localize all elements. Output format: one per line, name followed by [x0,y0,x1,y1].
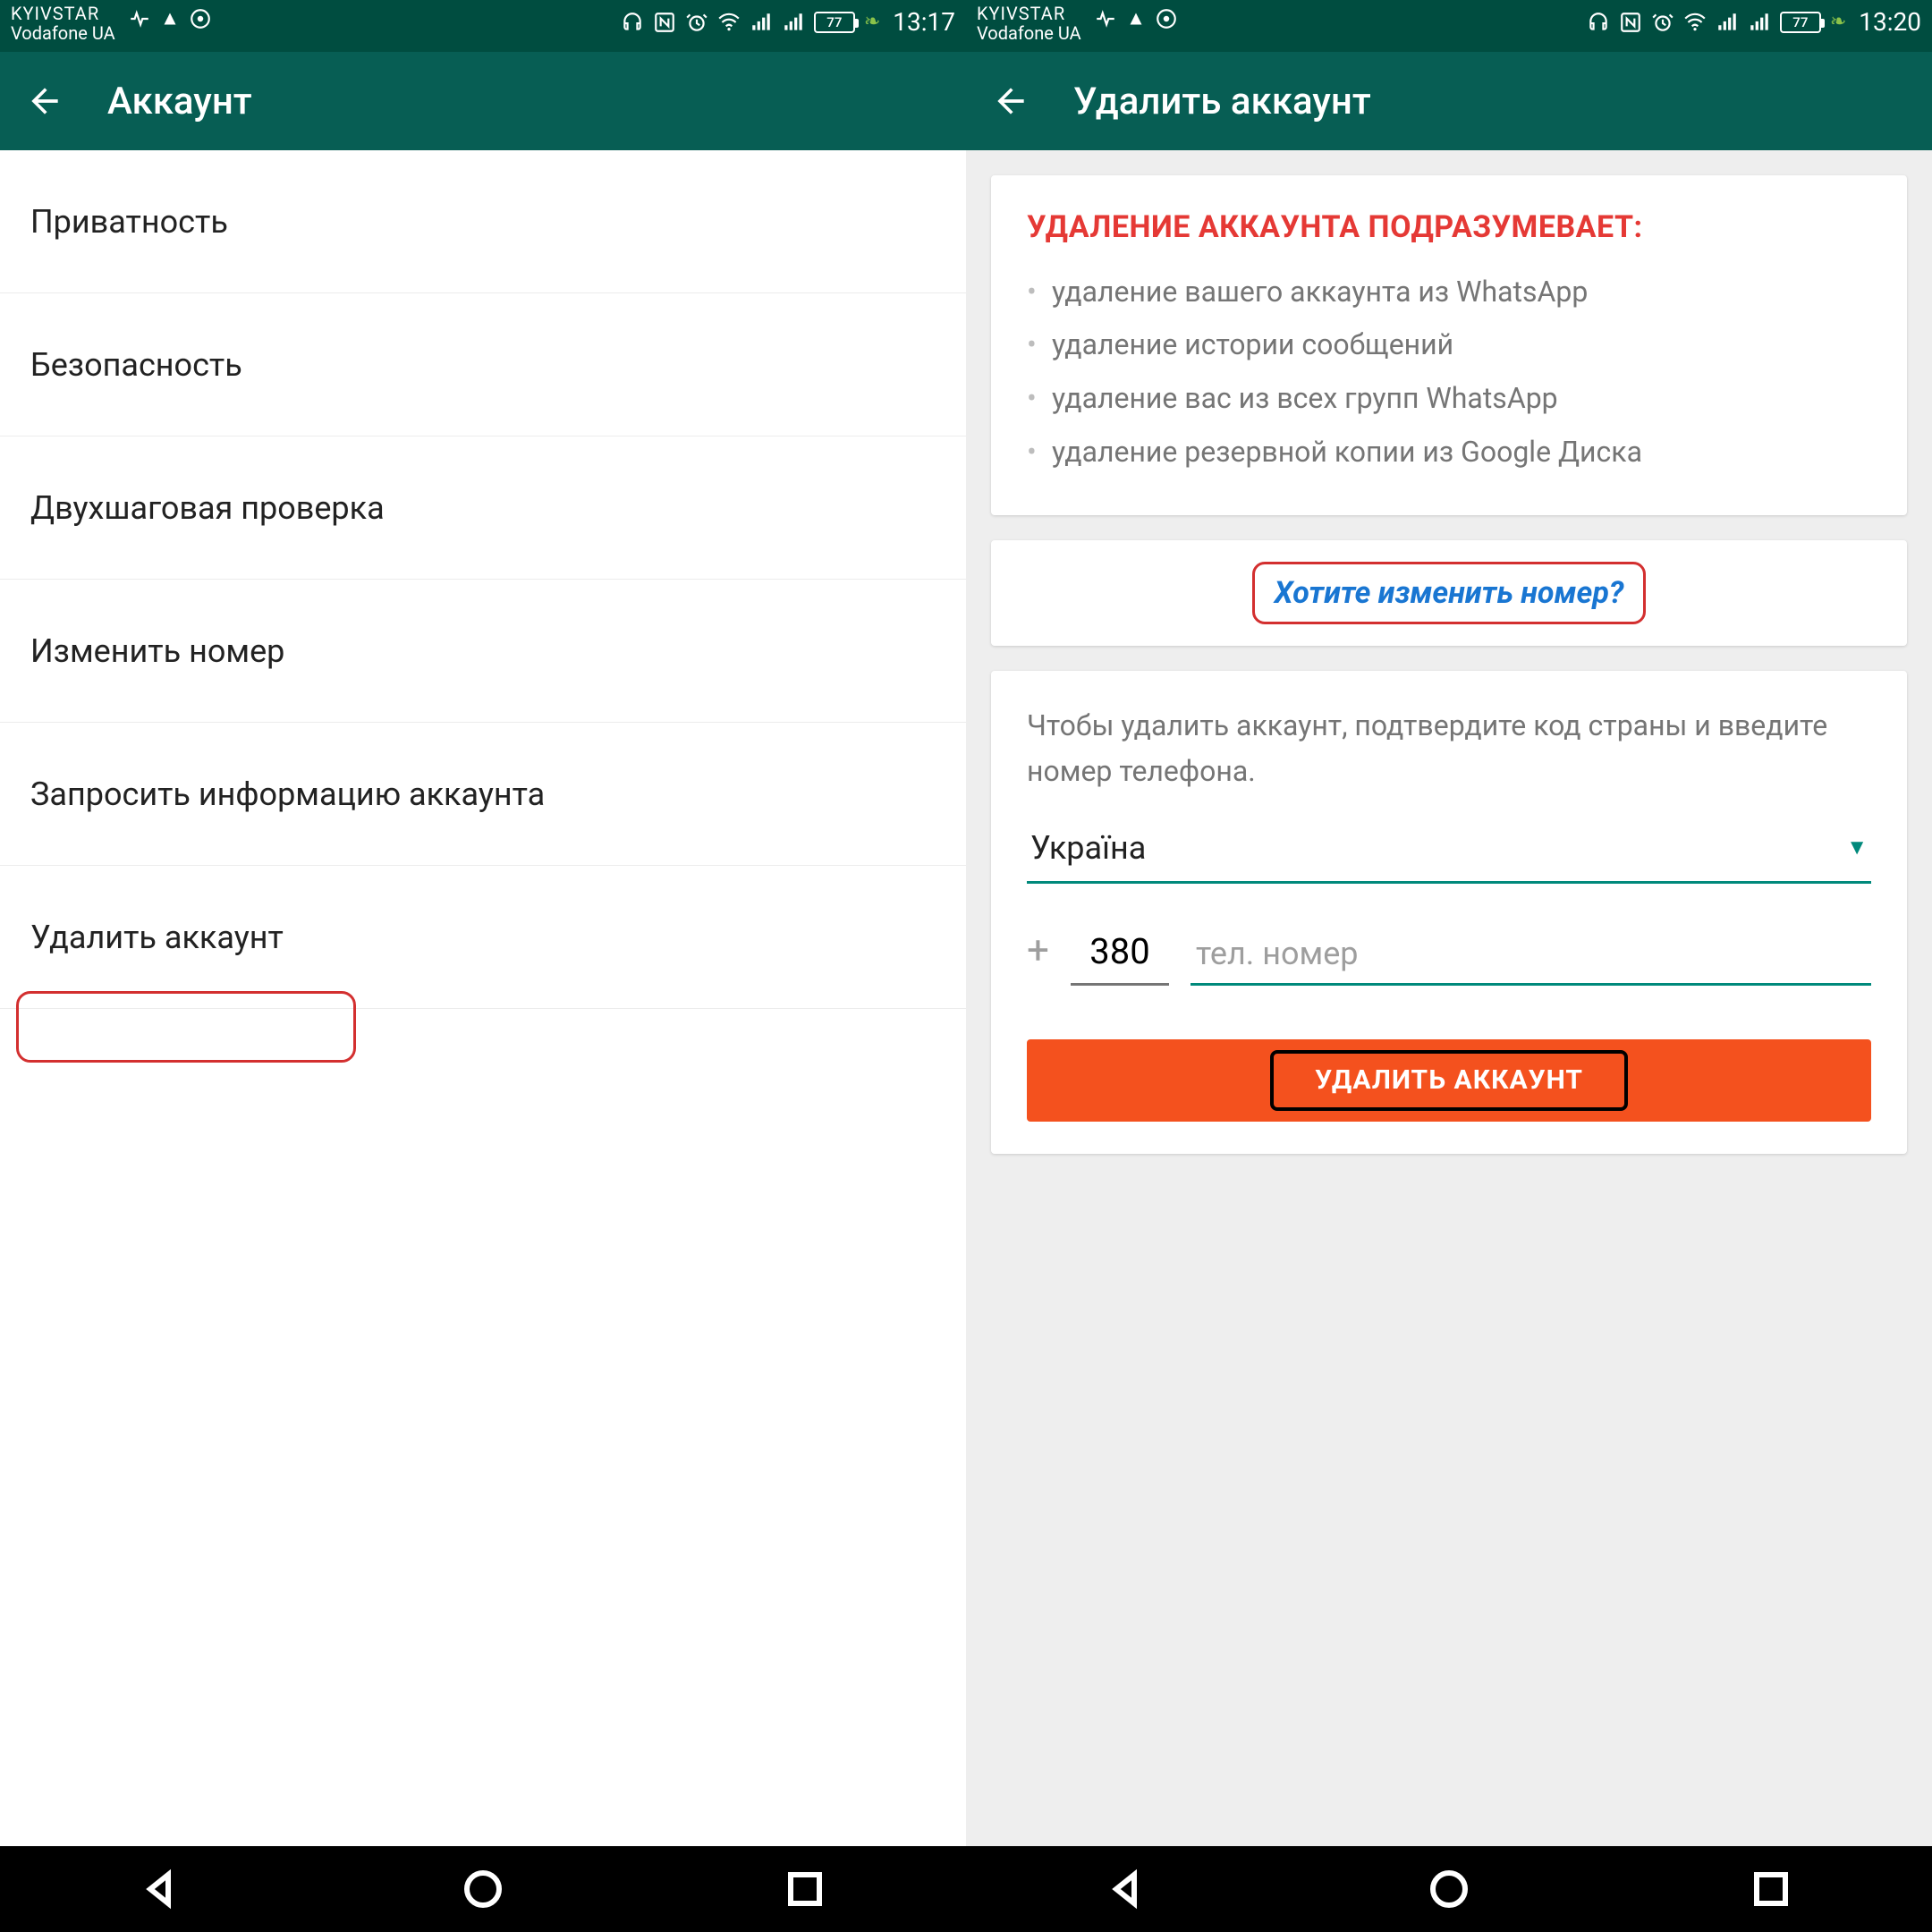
wifi-icon [717,11,741,34]
signal2-icon [1748,11,1771,34]
menu-delete-account[interactable]: Удалить аккаунт [0,866,966,1009]
eco-icon: ❧ [864,11,880,33]
back-button[interactable] [25,81,64,121]
headset-icon [1587,11,1610,34]
warning-item: удаление вас из всех групп WhatsApp [1027,377,1871,421]
nav-recent-button[interactable] [1744,1862,1798,1916]
battery-indicator: 77 [814,12,855,33]
back-button[interactable] [991,81,1030,121]
eco-icon: ❧ [1830,11,1846,33]
plus-prefix: + [1027,927,1049,986]
chevron-down-icon: ▼ [1846,835,1868,860]
app-bar: Удалить аккаунт [966,52,1932,150]
nfc-icon [653,11,676,34]
screen-account-settings: KYIVSTAR Vodafone UA 77 ❧ 13:17 [0,0,966,1846]
warning-item: удаление истории сообщений [1027,323,1871,368]
delete-account-button[interactable]: УДАЛИТЬ АККАУНТ [1027,1039,1871,1122]
carrier-secondary: Vodafone UA [977,23,1081,43]
nav-home-button[interactable] [456,1862,510,1916]
clock: 13:17 [893,7,955,37]
form-instruction: Чтобы удалить аккаунт, подтвердите код с… [1027,703,1871,794]
highlight-change-number: Хотите изменить номер? [1252,562,1647,624]
alarm-icon [685,11,708,34]
system-nav-bar [0,1846,1932,1932]
menu-request-info[interactable]: Запросить информацию аккаунта [0,723,966,866]
nav-recent-button[interactable] [778,1862,832,1916]
alarm-icon [1651,11,1674,34]
activity-icon [1094,7,1117,30]
wifi-icon [1683,11,1707,34]
battery-indicator: 77 [1780,12,1821,33]
activity-icon [128,7,151,30]
carrier-primary: KYIVSTAR [977,4,1081,23]
delete-form-card: Чтобы удалить аккаунт, подтвердите код с… [991,671,1907,1153]
country-select[interactable]: Україна ▼ [1027,820,1871,884]
clock: 13:20 [1859,7,1921,37]
status-bar: KYIVSTAR Vodafone UA 77 ❧ 13:20 [966,0,1932,52]
signal1-icon [1716,11,1739,34]
warning-item: удаление вашего аккаунта из WhatsApp [1027,270,1871,315]
menu-privacy[interactable]: Приватность [0,150,966,293]
page-title: Удалить аккаунт [1073,80,1371,123]
headset-icon [621,11,644,34]
nav-back-button[interactable] [1100,1862,1154,1916]
nav-back-button[interactable] [134,1862,188,1916]
data-icon [158,7,182,30]
app-bar: Аккаунт [0,52,966,150]
status-bar: KYIVSTAR Vodafone UA 77 ❧ 13:17 [0,0,966,52]
delete-button-label: УДАЛИТЬ АККАУНТ [1315,1064,1583,1096]
country-value: Україна [1030,829,1146,867]
data-icon [1124,7,1148,30]
menu-change-number[interactable]: Изменить номер [0,580,966,723]
menu-security[interactable]: Безопасность [0,293,966,436]
nav-home-button[interactable] [1422,1862,1476,1916]
warning-item: удаление резервной копии из Google Диска [1027,430,1871,475]
carrier-secondary: Vodafone UA [11,23,115,43]
screen-delete-account: KYIVSTAR Vodafone UA 77 ❧ 13:20 [966,0,1932,1846]
carrier-primary: KYIVSTAR [11,4,115,23]
page-title: Аккаунт [107,80,252,123]
account-menu: Приватность Безопасность Двухшаговая про… [0,150,966,1009]
signal1-icon [750,11,773,34]
menu-two-step[interactable]: Двухшаговая проверка [0,436,966,580]
warning-card: УДАЛЕНИЕ АККАУНТА ПОДРАЗУМЕВАЕТ: удалени… [991,175,1907,515]
chrome-icon [189,7,212,30]
phone-number-input[interactable] [1191,929,1871,986]
country-code-input[interactable] [1071,925,1169,986]
warning-list: удаление вашего аккаунта из WhatsApp уда… [1027,270,1871,474]
change-number-card: Хотите изменить номер? [991,540,1907,646]
change-number-link[interactable]: Хотите изменить номер? [1275,575,1624,611]
warning-title: УДАЛЕНИЕ АККАУНТА ПОДРАЗУМЕВАЕТ: [1027,208,1871,249]
nfc-icon [1619,11,1642,34]
signal2-icon [782,11,805,34]
chrome-icon [1155,7,1178,30]
